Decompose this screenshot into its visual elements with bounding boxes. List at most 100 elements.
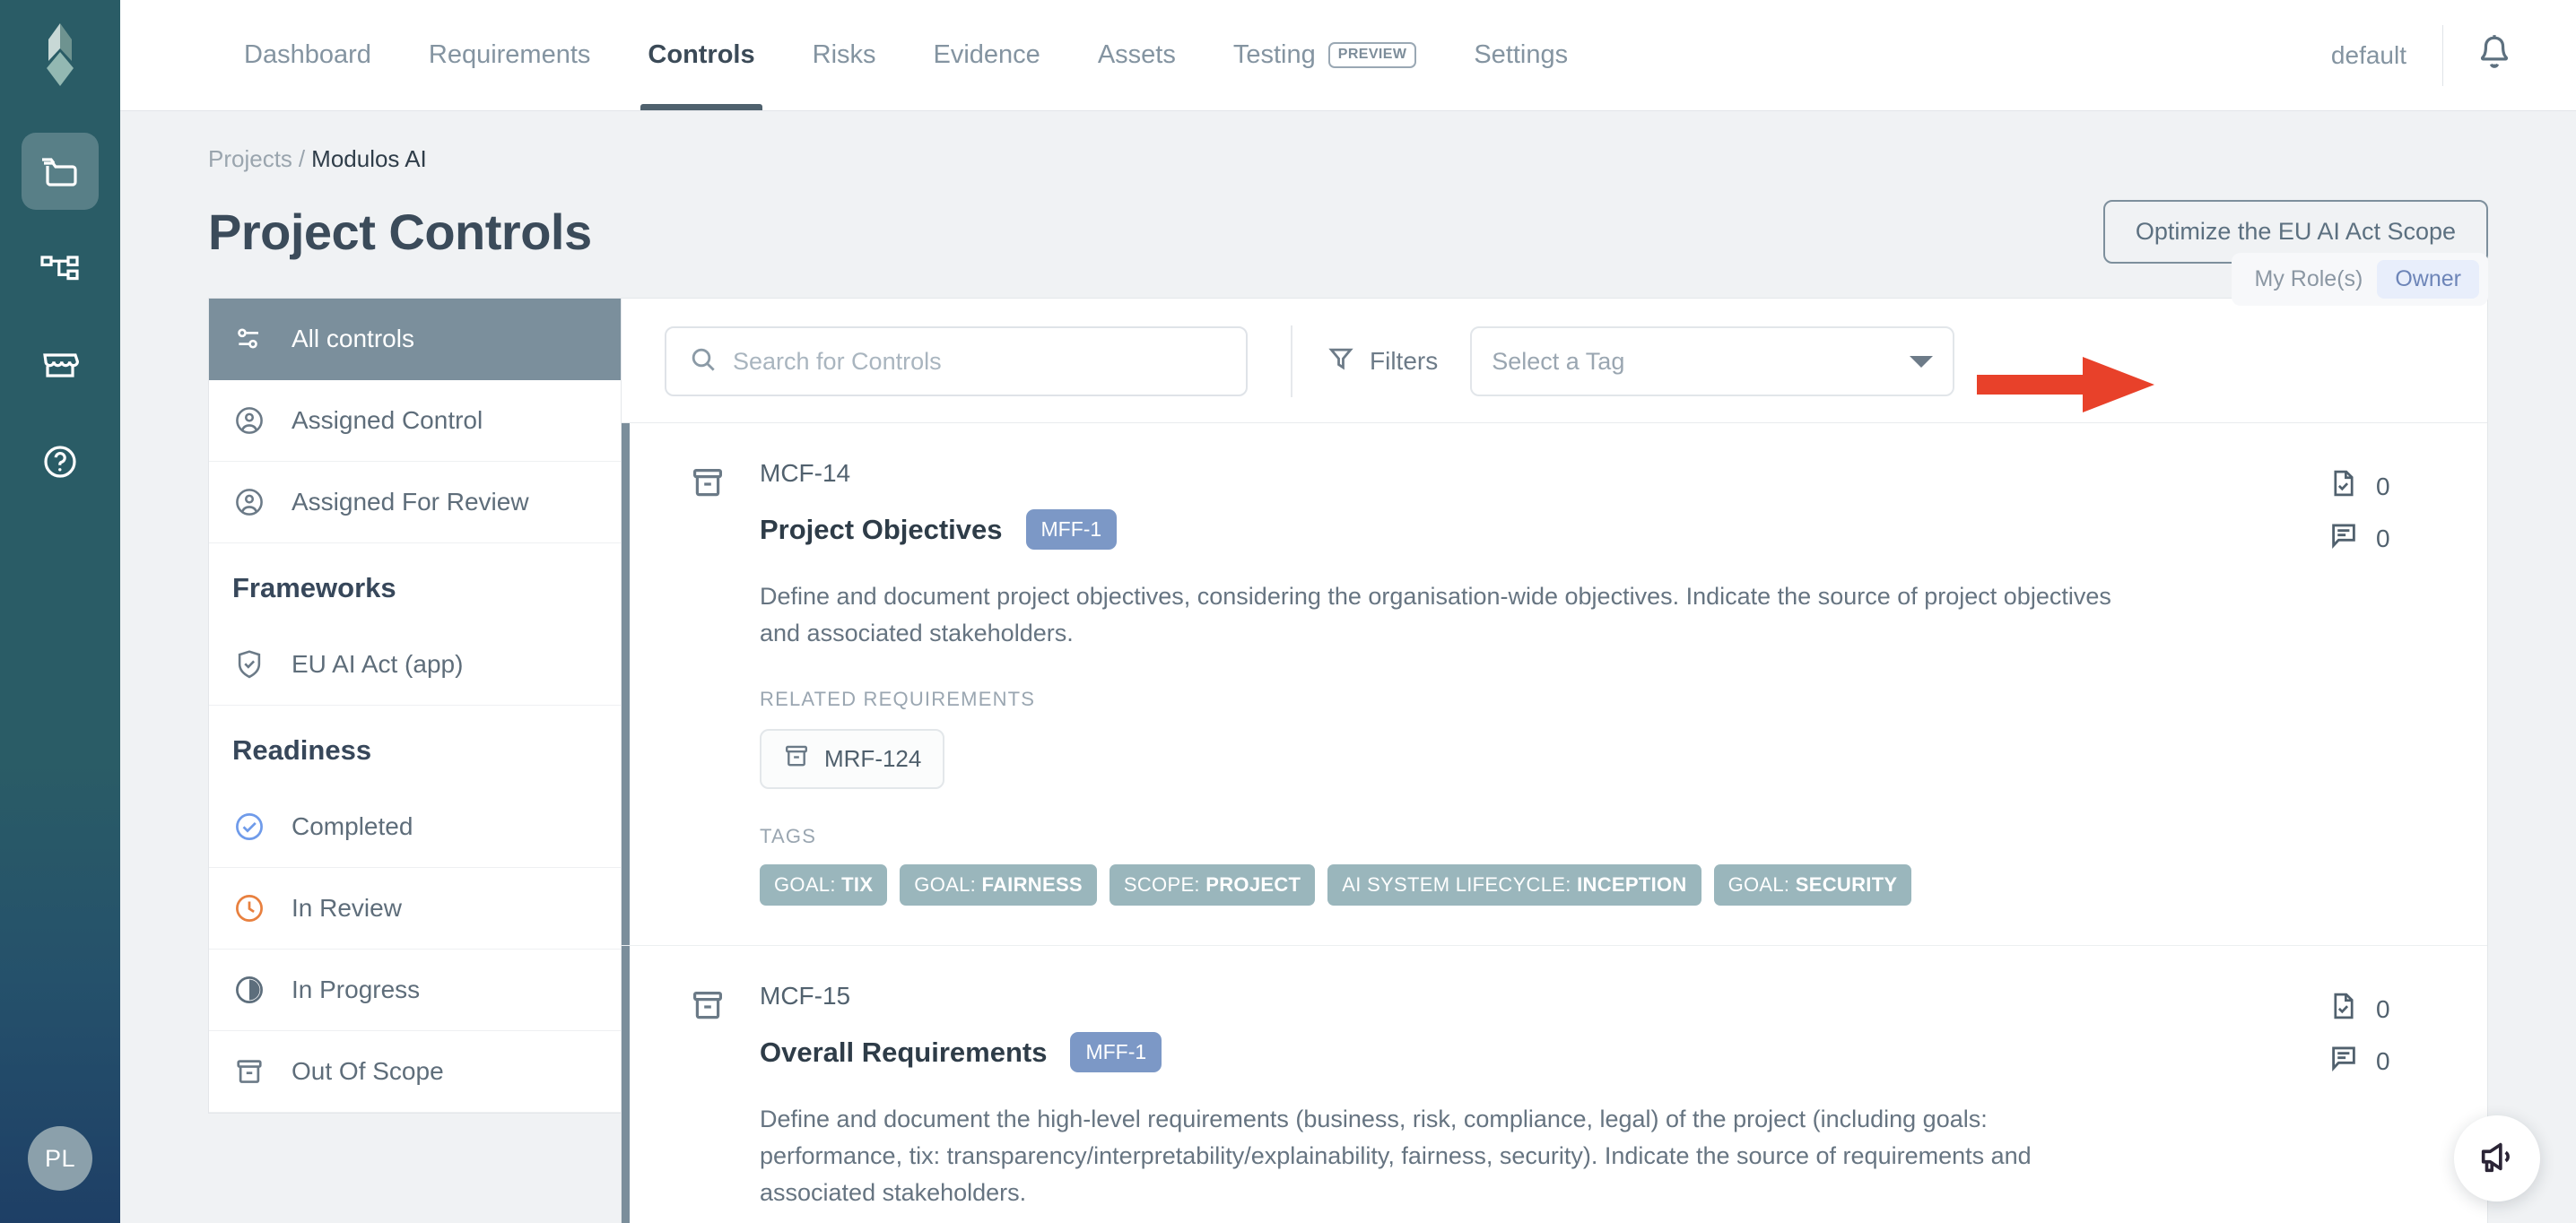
tag-select[interactable]: Select a Tag — [1470, 326, 1954, 396]
control-meta: 0 0 — [2329, 982, 2446, 1211]
tag-value: TIX — [841, 873, 873, 896]
sidebar-item-all-controls[interactable]: All controls — [209, 299, 621, 380]
comment-count: 0 — [2376, 1047, 2390, 1076]
tab-label: Testing — [1233, 40, 1316, 70]
sidebar-item-label: All controls — [292, 325, 414, 353]
tag-value: INCEPTION — [1577, 873, 1687, 896]
search-box[interactable] — [665, 326, 1248, 396]
rail-item-projects[interactable] — [22, 133, 99, 210]
sidebar-item-completed[interactable]: Completed — [209, 786, 621, 868]
tag-chip[interactable]: GOAL: FAIRNESS — [900, 864, 1097, 906]
user-circle-icon — [232, 485, 266, 519]
tag-chip[interactable]: SCOPE: PROJECT — [1110, 864, 1315, 906]
sidebar-item-out-of-scope[interactable]: Out Of Scope — [209, 1031, 621, 1113]
sidebar-item-label: Completed — [292, 812, 413, 841]
tab-label: Requirements — [429, 40, 591, 70]
tab-label: Evidence — [934, 40, 1040, 70]
app-logo[interactable] — [0, 0, 120, 111]
sidebar-item-label: In Progress — [292, 976, 420, 1004]
tag-value: FAIRNESS — [981, 873, 1082, 896]
tab-label: Controls — [648, 40, 754, 70]
chevron-down-icon — [1910, 356, 1933, 368]
rail-item-marketplace[interactable] — [22, 326, 99, 403]
related-requirements-list: MRF-124 — [760, 711, 2329, 789]
page-title-row: Project Controls Optimize the EU AI Act … — [208, 200, 2488, 264]
tag-key: SCOPE: — [1124, 873, 1200, 896]
page-title: Project Controls — [208, 203, 592, 261]
evidence-count: 0 — [2376, 995, 2390, 1024]
control-card[interactable]: MCF-14 Project Objectives MFF-1 Define a… — [622, 423, 2487, 946]
tab-evidence[interactable]: Evidence — [905, 0, 1069, 110]
control-card[interactable]: MCF-15 Overall Requirements MFF-1 Define… — [622, 946, 2487, 1223]
sidebar-heading-readiness: Readiness — [209, 706, 621, 786]
rail-item-organization[interactable] — [22, 230, 99, 307]
breadcrumb-separator: / — [299, 145, 305, 172]
comment-count-row[interactable]: 0 — [2329, 521, 2446, 556]
top-navigation: Dashboard Requirements Controls Risks Ev… — [120, 0, 2576, 111]
notifications-button[interactable] — [2443, 32, 2537, 78]
sidebar-item-assigned-control[interactable]: Assigned Control — [209, 380, 621, 462]
tag-chip[interactable]: GOAL: TIX — [760, 864, 887, 906]
preview-badge: PREVIEW — [1328, 42, 1417, 68]
framework-chip[interactable]: MFF-1 — [1026, 509, 1118, 550]
sidebar-item-in-review[interactable]: In Review — [209, 868, 621, 950]
tab-assets[interactable]: Assets — [1069, 0, 1205, 110]
tag-value: SECURITY — [1796, 873, 1898, 896]
control-description: Define and document project objectives, … — [760, 578, 2123, 652]
evidence-count-row[interactable]: 0 — [2329, 468, 2446, 505]
framework-chip[interactable]: MFF-1 — [1070, 1032, 1162, 1072]
tab-risks[interactable]: Risks — [784, 0, 905, 110]
related-requirement-chip[interactable]: MRF-124 — [760, 729, 944, 789]
notification-bell-icon — [2476, 32, 2513, 78]
control-code: MCF-14 — [760, 459, 2329, 488]
evidence-count-row[interactable]: 0 — [2329, 991, 2446, 1028]
page-inner: Projects/Modulos AI Project Controls Opt… — [120, 111, 2576, 1223]
search-input[interactable] — [733, 348, 1223, 376]
nav-tabs: Dashboard Requirements Controls Risks Ev… — [120, 0, 1597, 110]
sidebar-item-eu-ai-act[interactable]: EU AI Act (app) — [209, 624, 621, 706]
tab-controls[interactable]: Controls — [619, 0, 783, 110]
tab-testing[interactable]: Testing PREVIEW — [1205, 0, 1445, 110]
filter-funnel-icon — [1328, 345, 1353, 378]
control-body: MCF-15 Overall Requirements MFF-1 Define… — [729, 982, 2329, 1211]
control-meta: 0 0 — [2329, 459, 2446, 906]
control-description: Define and document the high-level requi… — [760, 1101, 2123, 1211]
app-root: PL Dashboard Requirements Controls Risks — [0, 0, 2576, 1223]
comment-count: 0 — [2376, 525, 2390, 553]
avatar[interactable]: PL — [28, 1126, 92, 1191]
megaphone-icon — [2476, 1136, 2518, 1182]
rail-item-help[interactable] — [22, 423, 99, 500]
comment-count-row[interactable]: 0 — [2329, 1044, 2446, 1079]
right-region: Dashboard Requirements Controls Risks Ev… — [120, 0, 2576, 1223]
help-icon — [39, 442, 82, 481]
organization-icon — [39, 250, 82, 286]
archive-box-icon — [783, 742, 810, 776]
left-nav-rail: PL — [0, 0, 120, 1223]
sidebar-item-assigned-for-review[interactable]: Assigned For Review — [209, 462, 621, 543]
archive-box-icon — [690, 489, 726, 504]
annotation-arrow — [1977, 355, 2156, 419]
tag-chip[interactable]: GOAL: SECURITY — [1714, 864, 1912, 906]
sidebar-item-label: Assigned Control — [292, 406, 483, 435]
feedback-button[interactable] — [2454, 1115, 2540, 1201]
tab-requirements[interactable]: Requirements — [400, 0, 620, 110]
tag-chip[interactable]: AI SYSTEM LIFECYCLE: INCEPTION — [1327, 864, 1701, 906]
tab-settings[interactable]: Settings — [1445, 0, 1597, 110]
control-icon-wrap — [690, 982, 729, 1211]
rail-items — [22, 133, 99, 500]
control-body: MCF-14 Project Objectives MFF-1 Define a… — [729, 459, 2329, 906]
page-body: Projects/Modulos AI Project Controls Opt… — [120, 111, 2576, 1223]
document-check-icon — [2329, 991, 2358, 1028]
tab-label: Settings — [1474, 40, 1568, 70]
sidebar-item-label: EU AI Act (app) — [292, 650, 463, 679]
tab-dashboard[interactable]: Dashboard — [215, 0, 400, 110]
sidebar-item-label: Assigned For Review — [292, 488, 529, 516]
tags-label: TAGS — [760, 825, 2329, 848]
user-menu[interactable]: default — [2331, 41, 2442, 70]
control-code: MCF-15 — [760, 982, 2329, 1010]
sidebar-item-in-progress[interactable]: In Progress — [209, 950, 621, 1031]
breadcrumb-projects[interactable]: Projects — [208, 145, 292, 172]
filters-button[interactable]: Filters — [1328, 345, 1438, 378]
tag-key: GOAL: — [1728, 873, 1790, 896]
tab-label: Assets — [1098, 40, 1176, 70]
